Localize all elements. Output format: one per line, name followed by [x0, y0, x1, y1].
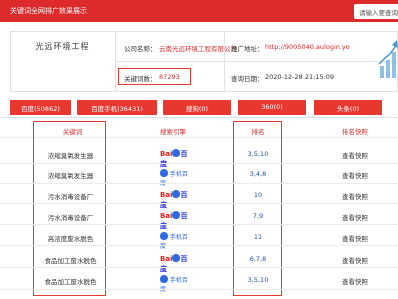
tab-baidu[interactable]: 百度(50862) — [10, 100, 71, 115]
tab-baidu-mobile[interactable]: 百度手机(36431) — [77, 100, 157, 115]
promo-address-link[interactable]: http://9005040.aulogin.yo — [265, 43, 350, 51]
top-bar: 关键词全网排广效果展示 请输入要查询 — [0, 0, 398, 22]
query-date-value: 2020-12-28 21:15:09 — [265, 73, 335, 81]
baidu-mobile-logo-icon: 手机百度 — [160, 232, 188, 250]
rank-cell: 6,7,8 — [249, 255, 267, 263]
rank-column-highlight — [233, 121, 282, 296]
row-divider — [0, 163, 398, 164]
divider — [115, 61, 398, 62]
row-divider — [0, 203, 398, 204]
rank-cell: 10 — [253, 191, 263, 199]
rank-cell: 3,4,8 — [249, 170, 267, 178]
query-date-label: 查询日期： — [231, 75, 264, 83]
keyword-cell: 食品加工废水脱色 — [44, 257, 97, 265]
rank-cell: 3,5,10 — [247, 150, 269, 158]
column-header-snapshot: 排名快照 — [342, 128, 368, 136]
rank-cell: 3,5,10 — [247, 276, 269, 284]
company-name-label: 公司名称： — [124, 45, 157, 53]
keyword-cell: 污水消毒设备厂 — [47, 193, 94, 201]
baidu-logo-icon: Bai 百度 — [160, 254, 188, 273]
snapshot-link[interactable]: 查看快照 — [325, 233, 385, 243]
baidu-logo-icon: Bai 百度 — [160, 149, 188, 168]
tab-sogou[interactable]: 搜狗(0) — [163, 100, 231, 115]
keyword-cell: 浓缩臭氧发生器 — [47, 172, 94, 180]
company-name-value: 云南光远环境工程有限公司 — [159, 45, 237, 53]
row-divider — [0, 183, 398, 184]
rank-cell: 7,9 — [252, 212, 264, 220]
page-title: 关键词全网排广效果展示 — [10, 7, 87, 15]
snapshot-link[interactable]: 查看快照 — [325, 276, 385, 286]
keyword-column-highlight — [33, 121, 106, 296]
keyword-count-label: 关键词数： — [124, 75, 157, 83]
baidu-logo-icon: Bai 百度 — [160, 190, 188, 209]
snapshot-link[interactable]: 查看快照 — [325, 255, 385, 265]
company-logo: 光远环境工程 — [35, 42, 90, 51]
snapshot-link[interactable]: 查看快照 — [325, 191, 385, 201]
keyword-cell: 食品加工废水脱色 — [44, 278, 97, 286]
keyword-count-value: 87293 — [159, 73, 180, 81]
snapshot-link[interactable]: 查看快照 — [325, 150, 385, 160]
promo-address-label: 推广地址： — [231, 45, 264, 53]
row-divider — [0, 289, 398, 290]
baidu-mobile-logo-icon: 手机百度 — [160, 169, 190, 187]
baidu-mobile-logo-icon: 手机百度 — [160, 275, 190, 293]
rank-cell: 11 — [253, 233, 263, 241]
row-divider — [0, 224, 398, 225]
row-divider — [0, 245, 398, 246]
tab-toutiao[interactable]: 头条(0) — [314, 100, 382, 115]
search-input[interactable]: 请输入要查询 — [354, 4, 398, 19]
keyword-cell: 浓缩臭氧发生器 — [47, 152, 94, 160]
growth-chart-icon — [378, 40, 398, 78]
keyword-cell: 污水消毒设备厂 — [47, 214, 94, 222]
snapshot-link[interactable]: 查看快照 — [325, 212, 385, 222]
keyword-cell: 高浓度废水脱色 — [47, 235, 94, 243]
column-header-engine: 搜索引擎 — [160, 128, 186, 136]
divider — [0, 117, 398, 118]
baidu-logo-icon: Bai 百度 — [160, 211, 188, 230]
row-divider — [0, 267, 398, 268]
tab-360[interactable]: 360(0) — [238, 100, 306, 115]
snapshot-link[interactable]: 查看快照 — [325, 170, 385, 180]
